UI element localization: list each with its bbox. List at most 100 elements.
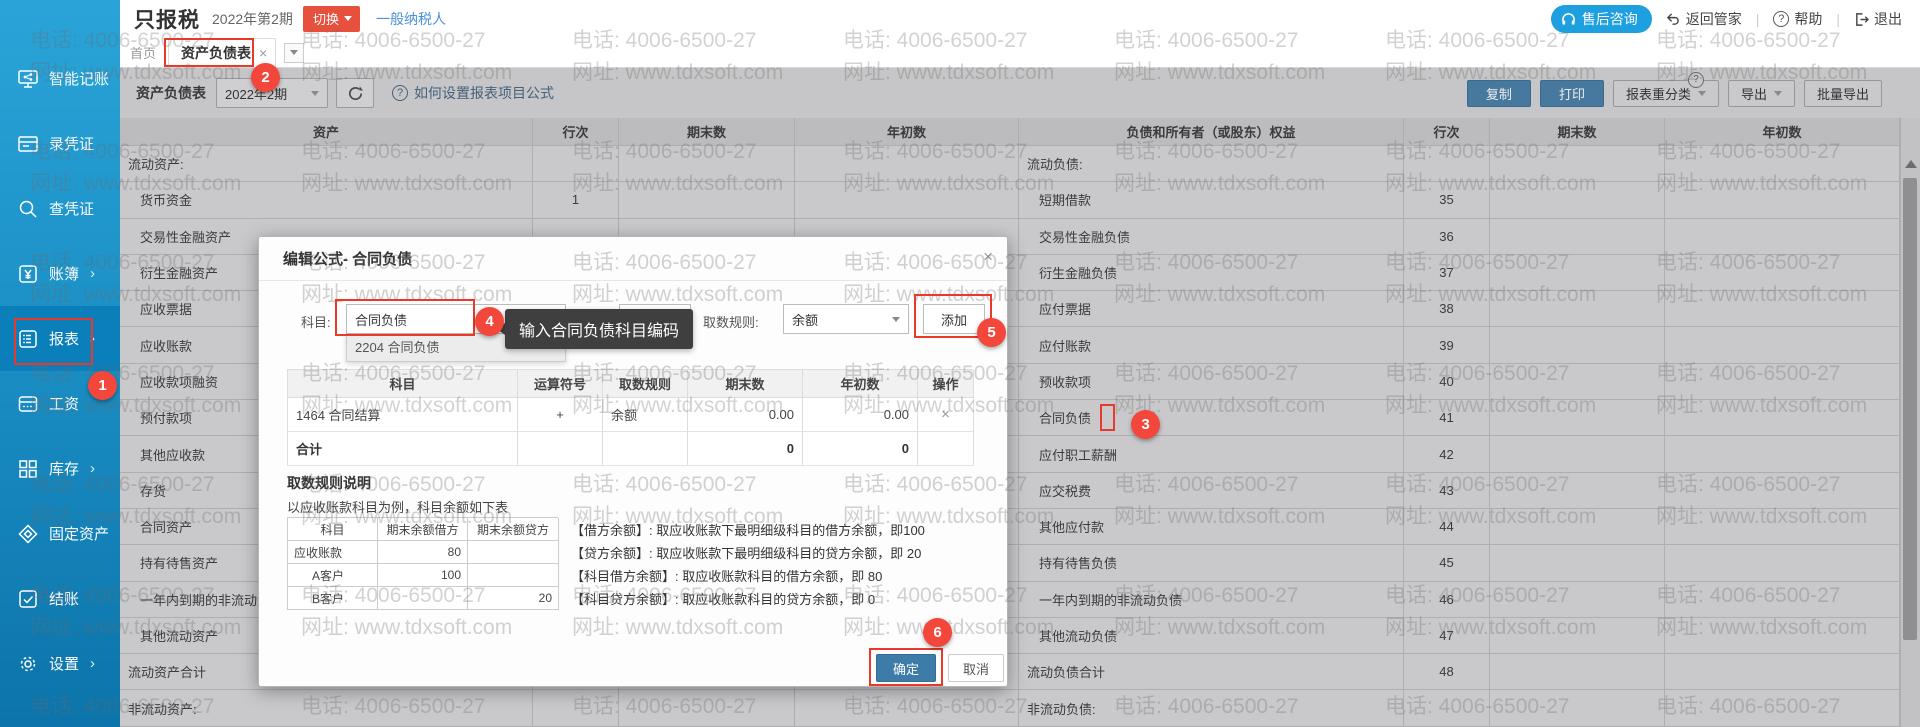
asset-end-cell[interactable] — [619, 182, 795, 218]
asset-end-cell[interactable] — [619, 146, 795, 182]
delete-row-icon[interactable]: × — [918, 398, 974, 432]
liability-name-cell[interactable]: 应付职工薪酬 — [1019, 436, 1404, 472]
liability-begin-cell[interactable] — [1665, 182, 1900, 218]
asset-name-cell[interactable]: 货币资金 — [120, 182, 533, 218]
liability-begin-cell[interactable] — [1665, 400, 1900, 436]
asset-line-cell[interactable] — [533, 690, 619, 726]
liability-begin-cell[interactable] — [1665, 146, 1900, 182]
asset-begin-cell[interactable] — [795, 690, 1019, 726]
liability-end-cell[interactable] — [1490, 182, 1665, 218]
liability-end-cell[interactable] — [1490, 509, 1665, 545]
asset-end-cell[interactable] — [619, 690, 795, 726]
batch-export-button[interactable]: 批量导出 — [1804, 80, 1882, 107]
taxpayer-type-link[interactable]: 一般纳税人 — [376, 9, 446, 29]
liability-end-cell[interactable] — [1490, 618, 1665, 654]
liability-line-cell[interactable]: 47 — [1404, 618, 1490, 654]
liability-name-cell[interactable]: 其他流动负债 — [1019, 618, 1404, 654]
liability-begin-cell[interactable] — [1665, 364, 1900, 400]
scroll-up-icon[interactable] — [1905, 160, 1917, 168]
liability-line-cell[interactable]: 36 — [1404, 219, 1490, 255]
liability-end-cell[interactable] — [1490, 219, 1665, 255]
sidebar-item-查凭证[interactable]: 查凭证 — [0, 176, 120, 241]
liability-line-cell[interactable]: 48 — [1404, 654, 1490, 690]
sidebar-item-智能记账[interactable]: 智能记账 — [0, 46, 120, 111]
liability-line-cell[interactable]: 37 — [1404, 255, 1490, 291]
liability-begin-cell[interactable] — [1665, 654, 1900, 690]
liability-begin-cell[interactable] — [1665, 473, 1900, 509]
liability-begin-cell[interactable] — [1665, 436, 1900, 472]
liability-end-cell[interactable] — [1490, 291, 1665, 327]
liability-begin-cell[interactable] — [1665, 690, 1900, 726]
liability-name-cell[interactable]: 应付账款 — [1019, 327, 1404, 363]
liability-begin-cell[interactable] — [1665, 509, 1900, 545]
logout-link[interactable]: 退出 — [1854, 9, 1902, 29]
liability-end-cell[interactable] — [1490, 400, 1665, 436]
liability-line-cell[interactable]: 41 — [1404, 400, 1490, 436]
liability-end-cell[interactable] — [1490, 364, 1665, 400]
formula-help-link[interactable]: ? 如何设置报表项目公式 — [392, 83, 554, 103]
liability-name-cell[interactable]: 衍生金融负债 — [1019, 255, 1404, 291]
liability-name-cell[interactable]: 应交税费 — [1019, 473, 1404, 509]
liability-line-cell[interactable]: 43 — [1404, 473, 1490, 509]
after-sales-consult-button[interactable]: 售后咨询 — [1551, 5, 1652, 33]
liability-name-cell[interactable]: 流动负债: — [1019, 146, 1404, 182]
liability-line-cell[interactable] — [1404, 146, 1490, 182]
liability-begin-cell[interactable] — [1665, 582, 1900, 618]
vertical-scrollbar[interactable] — [1900, 118, 1920, 727]
help-link[interactable]: ? 帮助 — [1773, 9, 1822, 29]
liability-line-cell[interactable]: 38 — [1404, 291, 1490, 327]
liability-end-cell[interactable] — [1490, 582, 1665, 618]
liability-line-cell[interactable]: 42 — [1404, 436, 1490, 472]
switch-period-button[interactable]: 切换 — [303, 6, 360, 32]
liability-line-cell[interactable]: 35 — [1404, 182, 1490, 218]
liability-name-cell[interactable]: 交易性金融负债 — [1019, 219, 1404, 255]
asset-line-cell[interactable] — [533, 146, 619, 182]
asset-begin-cell[interactable] — [795, 146, 1019, 182]
liability-name-cell[interactable]: 预收款项 — [1019, 364, 1404, 400]
sidebar-item-录凭证[interactable]: 录凭证 — [0, 111, 120, 176]
liability-line-cell[interactable]: 44 — [1404, 509, 1490, 545]
sidebar-item-设置[interactable]: 设置› — [0, 631, 120, 696]
refresh-button[interactable] — [336, 78, 374, 108]
liability-begin-cell[interactable] — [1665, 291, 1900, 327]
liability-line-cell[interactable]: 45 — [1404, 545, 1490, 581]
liability-end-cell[interactable] — [1490, 255, 1665, 291]
rule-select[interactable]: 余额 — [783, 304, 909, 334]
sidebar-item-结账[interactable]: 结账 — [0, 566, 120, 631]
asset-line-cell[interactable]: 1 — [533, 182, 619, 218]
liability-begin-cell[interactable] — [1665, 219, 1900, 255]
asset-name-cell[interactable]: 流动资产: — [120, 146, 533, 182]
liability-end-cell[interactable] — [1490, 545, 1665, 581]
tab-home[interactable]: 首页 — [122, 43, 164, 62]
tab-list-dropdown-button[interactable] — [284, 43, 304, 63]
liability-name-cell[interactable]: 持有待售负债 — [1019, 545, 1404, 581]
liability-end-cell[interactable] — [1490, 146, 1665, 182]
liability-line-cell[interactable]: 39 — [1404, 327, 1490, 363]
sidebar-item-固定资产[interactable]: 固定资产 — [0, 501, 120, 566]
close-icon[interactable]: × — [983, 247, 993, 267]
liability-end-cell[interactable] — [1490, 654, 1665, 690]
copy-button[interactable]: 复制 — [1467, 80, 1531, 107]
close-icon[interactable]: × — [259, 45, 267, 61]
liability-name-cell[interactable]: 其他应付款 — [1019, 509, 1404, 545]
scrollbar-thumb[interactable] — [1903, 178, 1917, 640]
liability-begin-cell[interactable] — [1665, 618, 1900, 654]
liability-name-cell[interactable]: 应付票据 — [1019, 291, 1404, 327]
liability-name-cell[interactable]: 流动负债合计 — [1019, 654, 1404, 690]
export-button[interactable]: 导出 — [1728, 80, 1795, 107]
liability-end-cell[interactable] — [1490, 436, 1665, 472]
asset-begin-cell[interactable] — [795, 182, 1019, 218]
liability-line-cell[interactable]: 46 — [1404, 582, 1490, 618]
liability-end-cell[interactable] — [1490, 690, 1665, 726]
cancel-button[interactable]: 取消 — [948, 654, 1004, 682]
liability-begin-cell[interactable] — [1665, 545, 1900, 581]
asset-name-cell[interactable]: 非流动资产: — [120, 690, 533, 726]
sidebar-item-库存[interactable]: 库存› — [0, 436, 120, 501]
liability-name-cell[interactable]: 非流动负债: — [1019, 690, 1404, 726]
liability-end-cell[interactable] — [1490, 473, 1665, 509]
liability-name-cell[interactable]: 合同负债 — [1019, 400, 1404, 436]
print-button[interactable]: 打印 — [1540, 80, 1604, 107]
liability-begin-cell[interactable] — [1665, 327, 1900, 363]
sidebar-item-账簿[interactable]: 账簿› — [0, 241, 120, 306]
back-to-manager-link[interactable]: 返回管家 — [1666, 9, 1742, 29]
